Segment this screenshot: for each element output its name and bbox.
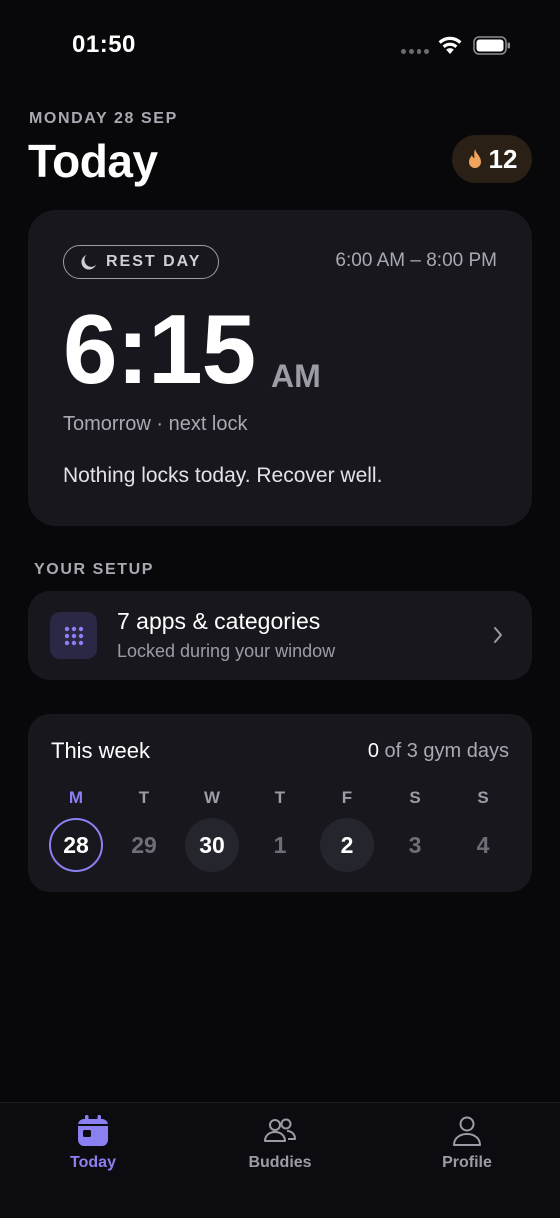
profile-icon [453,1116,481,1146]
buddies-icon [264,1118,296,1142]
week-title: This week [51,738,151,763]
next-lock-card: REST DAY 6:00 AM – 8:00 PM 6:15 AM Tomor… [28,210,532,526]
week-day-wed[interactable]: W 30 [184,788,240,872]
day-number: 30 [185,818,239,872]
moon-icon [81,255,96,270]
status-time: 01:50 [72,31,136,58]
week-day-tue[interactable]: T 29 [116,788,172,872]
flame-icon [468,149,481,168]
week-progress-count: 0 [367,740,379,762]
setup-subtitle: Locked during your window [117,641,336,661]
next-lock-time: 6:15 [63,294,256,404]
day-number: 1 [273,831,287,858]
tab-label: Today [70,1154,116,1171]
week-progress: 0 of 3 gym days [368,740,509,763]
tab-profile[interactable]: Profile [407,1114,527,1172]
battery-icon [473,36,510,55]
rest-message: Nothing locks today. Recover well. [63,464,383,487]
day-number: 28 [49,818,103,872]
grid-icon [64,626,83,645]
apps-tile [50,612,97,659]
date-label: MONDAY 28 SEP [29,110,178,127]
page-title: Today [28,135,158,187]
day-letter: T [138,788,150,807]
day-letter: F [341,788,353,807]
tab-today[interactable]: Today [33,1114,153,1172]
tab-label: Buddies [248,1154,312,1171]
week-card: This week 0 of 3 gym days M 28 T 29 W 30… [28,714,532,892]
day-number: 4 [476,831,490,858]
wifi-icon [438,36,462,54]
setup-section-label: YOUR SETUP [34,561,155,578]
week-day-sun[interactable]: S 4 [455,788,511,872]
day-number: 29 [131,831,157,858]
next-lock-caption: Tomorrow · next lock [63,413,248,435]
setup-title: 7 apps & categories [117,608,321,634]
day-number: 3 [408,831,422,858]
status-bar: 01:50 [0,0,560,90]
week-day-fri[interactable]: F 2 [319,788,375,872]
tab-label: Profile [442,1154,492,1171]
day-letter: W [203,788,221,807]
streak-badge[interactable]: 12 [452,135,532,183]
screen: 01:50 MONDAY 28 SEP Today 12 REST DAY 6:… [0,0,560,1218]
rest-day-label: REST DAY [106,253,202,270]
chevron-right-icon [494,627,502,643]
next-lock-ampm: AM [271,358,321,394]
week-day-thu[interactable]: T 1 [252,788,308,872]
day-letter: M [68,788,84,807]
tab-buddies[interactable]: Buddies [220,1114,340,1172]
streak-count: 12 [488,143,518,174]
tab-bar: Today Buddies Profile [0,1102,560,1218]
lock-window-range: 6:00 AM – 8:00 PM [335,250,497,271]
week-day-sat[interactable]: S 3 [387,788,443,872]
day-letter: S [477,788,489,807]
rest-day-badge: REST DAY [63,245,220,279]
day-number: 2 [320,818,374,872]
cellular-icon [401,49,429,54]
day-letter: T [274,788,286,807]
week-day-mon[interactable]: M 28 [48,788,104,872]
day-letter: S [409,788,421,807]
calendar-icon [78,1115,108,1146]
setup-apps-row[interactable]: 7 apps & categories Locked during your w… [28,591,532,680]
week-progress-text: of 3 gym days [378,740,509,762]
